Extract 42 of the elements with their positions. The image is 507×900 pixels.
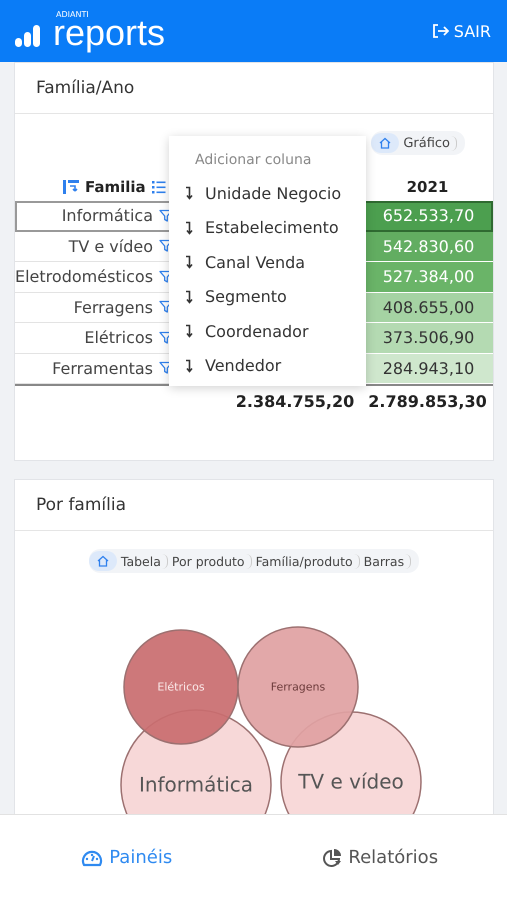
nav-tab[interactable]: Relatórios [254, 815, 507, 900]
arrow-down-icon [185, 255, 193, 270]
column-header: Familia [85, 178, 146, 196]
card-title: Por família [36, 495, 126, 515]
bubble-label: Ferragens [270, 680, 326, 694]
menu-title: Adicionar coluna [194, 152, 312, 168]
table-cell: 408.655,00 [363, 292, 493, 323]
home-icon[interactable] [88, 551, 117, 571]
list-icon[interactable] [152, 180, 166, 194]
bar-chart-icon [15, 25, 41, 47]
breadcrumb-link[interactable]: Gráfico [403, 136, 457, 150]
arrow-down-icon [185, 186, 193, 200]
pivot-icon[interactable] [63, 180, 79, 194]
bubble[interactable] [280, 711, 422, 814]
arrow-down-icon [185, 324, 193, 338]
column-header: 2021 [406, 178, 448, 196]
logout-button[interactable]: SAIR [426, 18, 495, 44]
arrow-down-icon [185, 358, 193, 373]
bubble[interactable] [123, 629, 239, 745]
total-cell-text: 2.789.853,30 [367, 392, 488, 410]
logo-caption: ADIANTI [56, 11, 90, 19]
bubble-label: Informática [138, 772, 254, 797]
breadcrumb-link[interactable]: Tabela [120, 554, 168, 568]
bubble-label: TV e vídeo [298, 770, 404, 794]
dashboard-icon [81, 848, 104, 866]
total-cell-text: 2.384.755,20 [234, 392, 356, 410]
card-title: Família/Ano [36, 78, 134, 98]
table-cell: 373.506,90 [363, 323, 493, 354]
arrow-down-icon [185, 220, 193, 235]
table-cell: 284.943,10 [363, 354, 493, 384]
table-cell: 527.384,00 [363, 262, 493, 292]
breadcrumb-link[interactable]: Barras [364, 554, 412, 568]
table-cell: 652.533,70 [363, 201, 493, 232]
breadcrumb-link[interactable]: Família/produto [256, 554, 360, 568]
logout-icon [430, 23, 449, 39]
breadcrumb-link[interactable]: Por produto [172, 554, 252, 568]
table-cell: 542.830,60 [363, 232, 493, 262]
arrow-down-icon [185, 290, 193, 304]
pie-chart-icon [322, 848, 342, 868]
bubble-label: Elétricos [157, 680, 205, 694]
bubble[interactable] [237, 626, 359, 748]
home-icon[interactable] [371, 133, 400, 153]
